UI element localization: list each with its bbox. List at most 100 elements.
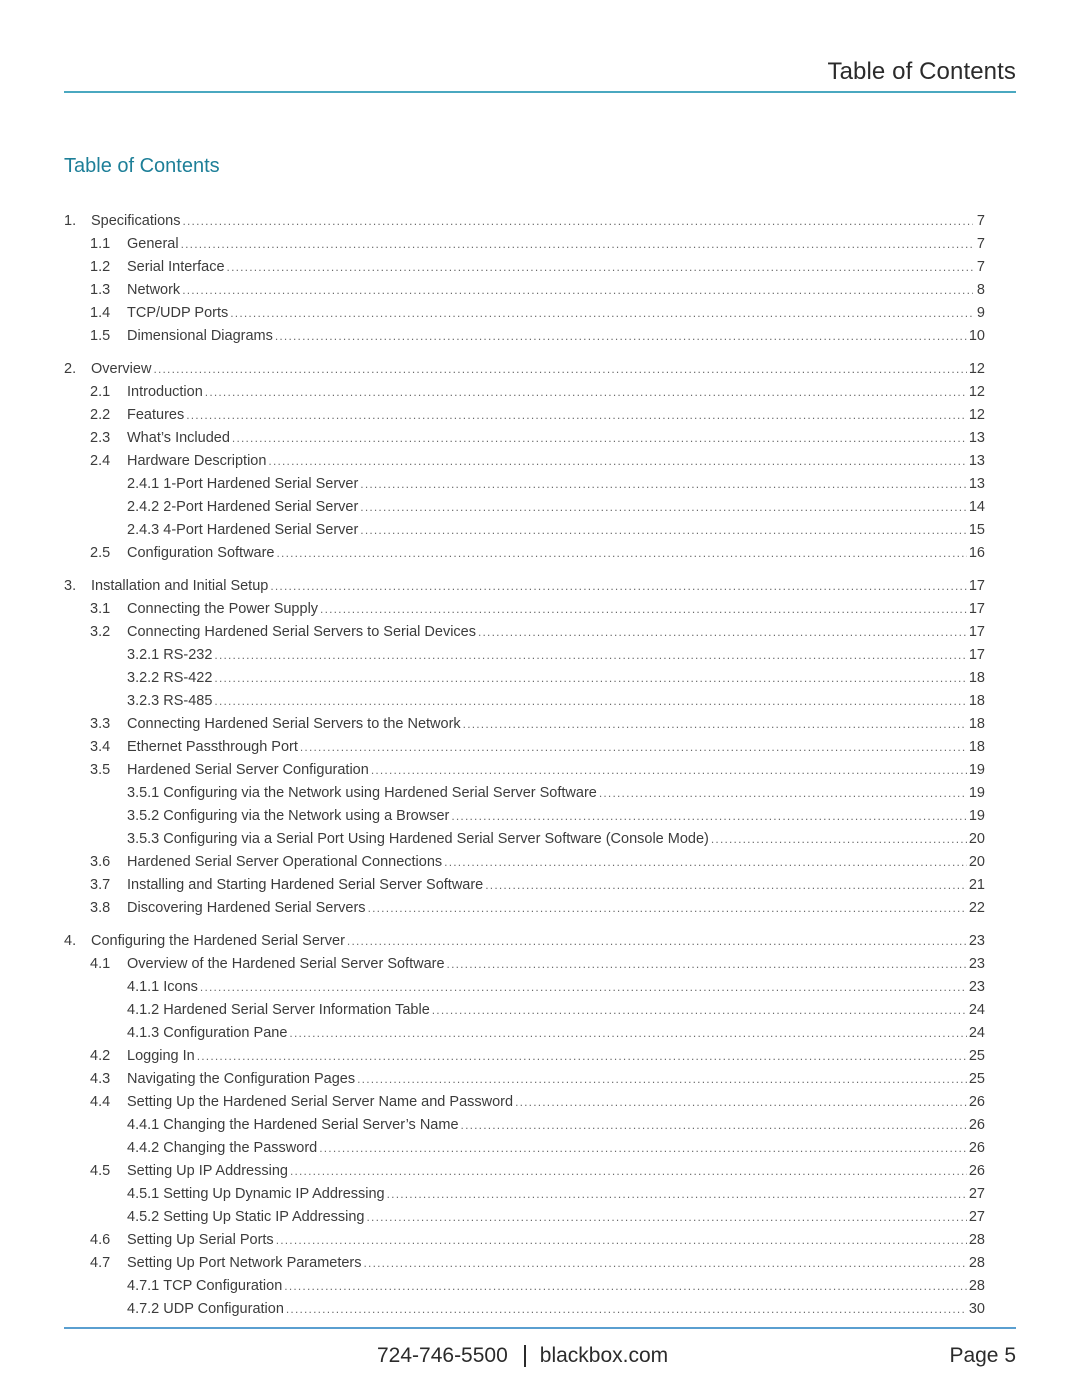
toc-entry-level-2[interactable]: 3.6 Hardened Serial Server Operational Co… — [64, 851, 985, 874]
toc-entry-title: Hardened Serial Server Configuration — [127, 762, 369, 778]
toc-entry-level-3[interactable]: 2.4.22-Port Hardened Serial Server 14 — [64, 496, 985, 519]
toc-entry-page: 12 — [968, 407, 985, 423]
toc-entry-level-3[interactable]: 3.2.3RS-485 18 — [64, 690, 985, 713]
toc-entry-title: Configuring via the Network using Harden… — [163, 785, 597, 801]
toc-entry-title: RS-485 — [163, 693, 213, 709]
table-of-contents: 1. Specifications 7 1.1 General 7 1.2 Serial In… — [64, 210, 985, 1331]
toc-entry-level-2[interactable]: 4.2 Logging In 25 — [64, 1045, 985, 1068]
toc-entry-page: 27 — [968, 1209, 985, 1225]
toc-entry-level-3[interactable]: 3.2.1RS-232 17 — [64, 644, 985, 667]
toc-entry-number: 3.1 — [90, 601, 111, 617]
toc-entry-level-2[interactable]: 3.3 Connecting Hardened Serial Servers to… — [64, 713, 985, 736]
toc-entry-level-2[interactable]: 4.3 Navigating the Configuration Pages 25 — [64, 1068, 985, 1091]
toc-entry-level-3[interactable]: 3.5.1 Configuring via the Network using H… — [64, 782, 985, 805]
toc-entry-level-3[interactable]: 2.4.11-Port Hardened Serial Server 13 — [64, 473, 985, 496]
toc-entry-level-2[interactable]: 4.5 Setting Up IP Addressing 26 — [64, 1160, 985, 1183]
toc-entry-title: Connecting Hardened Serial Servers to th… — [127, 716, 461, 732]
toc-dot-leader — [367, 1206, 967, 1229]
toc-dot-leader — [227, 256, 973, 279]
toc-dot-leader — [371, 759, 967, 782]
toc-entry-page: 8 — [976, 282, 985, 298]
toc-entry-level-3[interactable]: 3.5.2 Configuring via the Network using a… — [64, 805, 985, 828]
toc-entry-page: 25 — [968, 1071, 985, 1087]
toc-entry-level-2[interactable]: 1.2 Serial Interface 7 — [64, 256, 985, 279]
toc-entry-level-3[interactable]: 4.4.2Changing the Password 26 — [64, 1137, 985, 1160]
toc-entry-number: 4.6 — [90, 1232, 111, 1248]
toc-entry-level-3[interactable]: 4.7.1TCP Configuration 28 — [64, 1275, 985, 1298]
toc-entry-title: Connecting the Power Supply — [127, 601, 319, 617]
toc-entry-page: 15 — [968, 522, 985, 538]
toc-entry-level-2[interactable]: 3.2 Connecting Hardened Serial Servers to… — [64, 621, 985, 644]
toc-entry-level-2[interactable]: 1.3 Network 8 — [64, 279, 985, 302]
toc-dot-leader — [478, 621, 967, 644]
toc-dot-leader — [205, 381, 967, 404]
toc-entry-level-2[interactable]: 4.6 Setting Up Serial Ports 28 — [64, 1229, 985, 1252]
toc-entry-page: 18 — [968, 693, 985, 709]
toc-entry-level-2[interactable]: 2.4 Hardware Description 13 — [64, 450, 985, 473]
toc-entry-page: 7 — [976, 213, 985, 229]
toc-entry-level-1[interactable]: 3. Installation and Initial Setup 17 — [64, 575, 985, 598]
toc-dot-leader — [461, 1114, 967, 1137]
toc-entry-number: 3.2 — [90, 624, 111, 640]
toc-entry-level-1[interactable]: 2. Overview 12 — [64, 358, 985, 381]
toc-entry-title: Configuration Software — [127, 545, 275, 561]
toc-entry-level-2[interactable]: 3.5 Hardened Serial Server Configuration 1… — [64, 759, 985, 782]
toc-entry-title: Changing the Hardened Serial Server’s Na… — [163, 1117, 459, 1133]
toc-dot-leader — [232, 427, 967, 450]
footer-website-link[interactable]: blackbox.com — [540, 1344, 668, 1368]
toc-entry-level-2[interactable]: 1.4 TCP/UDP Ports 9 — [64, 302, 985, 325]
toc-entry-level-3[interactable]: 4.1.1Icons 23 — [64, 976, 985, 999]
toc-entry-number: 2.4.1 — [127, 476, 160, 492]
toc-entry-level-2[interactable]: 3.8 Discovering Hardened Serial Servers 22 — [64, 897, 985, 920]
toc-dot-leader — [300, 736, 967, 759]
toc-dot-leader — [347, 930, 967, 953]
toc-entry-number: 2.4.3 — [127, 522, 160, 538]
toc-entry-page: 16 — [968, 545, 985, 561]
toc-entry-title: General — [127, 236, 179, 252]
toc-entry-title: Features — [127, 407, 185, 423]
toc-entry-level-3[interactable]: 2.4.34-Port Hardened Serial Server 15 — [64, 519, 985, 542]
toc-entry-level-3[interactable]: 4.1.3Configuration Pane 24 — [64, 1022, 985, 1045]
toc-entry-title: Installation and Initial Setup — [91, 578, 269, 594]
toc-entry-level-3[interactable]: 4.5.1Setting Up Dynamic IP Addressing 27 — [64, 1183, 985, 1206]
toc-entry-level-2[interactable]: 3.4 Ethernet Passthrough Port 18 — [64, 736, 985, 759]
toc-entry-page: 23 — [968, 933, 985, 949]
toc-entry-level-3[interactable]: 4.7.2UDP Configuration 30 — [64, 1298, 985, 1321]
toc-entry-level-3[interactable]: 3.2.2RS-422 18 — [64, 667, 985, 690]
toc-entry-level-1[interactable]: 4. Configuring the Hardened Serial Server… — [64, 930, 985, 953]
toc-entry-level-3[interactable]: 3.5.3 Configuring via a Serial Port Using… — [64, 828, 985, 851]
toc-dot-leader — [289, 1022, 966, 1045]
toc-entry-page: 21 — [968, 877, 985, 893]
toc-entry-level-2[interactable]: 1.1 General 7 — [64, 233, 985, 256]
toc-entry-level-2[interactable]: 2.1 Introduction 12 — [64, 381, 985, 404]
toc-entry-page: 27 — [968, 1186, 985, 1202]
toc-entry-number: 2. — [64, 361, 77, 377]
toc-entry-level-3[interactable]: 4.4.1 Changing the Hardened Serial Server… — [64, 1114, 985, 1137]
toc-entry-level-2[interactable]: 2.2 Features 12 — [64, 404, 985, 427]
toc-entry-level-1[interactable]: 1. Specifications 7 — [64, 210, 985, 233]
toc-entry-level-2[interactable]: 2.3 What’s Included 13 — [64, 427, 985, 450]
toc-entry-level-3[interactable]: 4.5.2Setting Up Static IP Addressing 27 — [64, 1206, 985, 1229]
toc-entry-page: 30 — [968, 1301, 985, 1317]
toc-entry-level-2[interactable]: 4.7 Setting Up Port Network Parameters 28 — [64, 1252, 985, 1275]
toc-entry-level-2[interactable]: 4.1 Overview of the Hardened Serial Serve… — [64, 953, 985, 976]
toc-entry-title: 1-Port Hardened Serial Server — [163, 476, 359, 492]
header-divider — [64, 91, 1016, 93]
toc-dot-leader — [276, 1229, 967, 1252]
toc-dot-leader — [368, 897, 967, 920]
toc-entry-title: Introduction — [127, 384, 203, 400]
toc-entry-title: Setting Up the Hardened Serial Server Na… — [127, 1094, 514, 1110]
toc-entry-level-2[interactable]: 3.1 Connecting the Power Supply 17 — [64, 598, 985, 621]
toc-entry-number: 4.7.1 — [127, 1278, 160, 1294]
toc-entry-level-3[interactable]: 4.1.2 Hardened Serial Server Information … — [64, 999, 985, 1022]
toc-entry-number: 4.1.1 — [127, 979, 160, 995]
toc-entry-title: Network — [127, 282, 181, 298]
toc-entry-title: Hardened Serial Server Operational Conne… — [127, 854, 443, 870]
toc-entry-page: 19 — [968, 808, 985, 824]
toc-entry-level-2[interactable]: 3.7 Installing and Starting Hardened Seri… — [64, 874, 985, 897]
toc-entry-number: 1.4 — [90, 305, 111, 321]
toc-entry-page: 20 — [968, 854, 985, 870]
toc-entry-level-2[interactable]: 2.5 Configuration Software 16 — [64, 542, 985, 565]
toc-entry-level-2[interactable]: 4.4 Setting Up the Hardened Serial Server… — [64, 1091, 985, 1114]
toc-entry-level-2[interactable]: 1.5 Dimensional Diagrams 10 — [64, 325, 985, 348]
